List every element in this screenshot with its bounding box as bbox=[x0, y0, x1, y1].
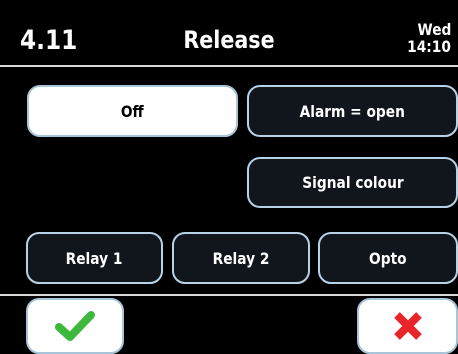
signal-colour-button[interactable]: Signal colour bbox=[247, 157, 458, 208]
off-button-label: Off bbox=[121, 101, 144, 121]
page-title: Release bbox=[183, 26, 275, 54]
release-screen: 4.11 Release Wed 14:10 Off Alarm = open … bbox=[0, 0, 458, 354]
opto-button-label: Opto bbox=[369, 248, 407, 268]
relay-1-button-label: Relay 1 bbox=[66, 248, 123, 268]
off-button[interactable]: Off bbox=[27, 85, 238, 137]
signal-colour-button-label: Signal colour bbox=[301, 173, 404, 192]
alarm-open-button-label: Alarm = open bbox=[299, 101, 406, 121]
checkmark-icon bbox=[55, 311, 95, 341]
footer-divider bbox=[0, 294, 458, 296]
opto-button[interactable]: Opto bbox=[318, 232, 458, 284]
confirm-button[interactable] bbox=[26, 298, 124, 354]
alarm-open-button[interactable]: Alarm = open bbox=[247, 85, 458, 137]
time-label: 14:10 bbox=[407, 37, 451, 56]
header-divider bbox=[0, 65, 458, 67]
relay-2-button[interactable]: Relay 2 bbox=[172, 232, 310, 284]
relay-1-button[interactable]: Relay 1 bbox=[26, 232, 163, 284]
cancel-button[interactable] bbox=[357, 298, 458, 354]
cross-icon bbox=[393, 312, 422, 340]
relay-2-button-label: Relay 2 bbox=[212, 248, 270, 268]
